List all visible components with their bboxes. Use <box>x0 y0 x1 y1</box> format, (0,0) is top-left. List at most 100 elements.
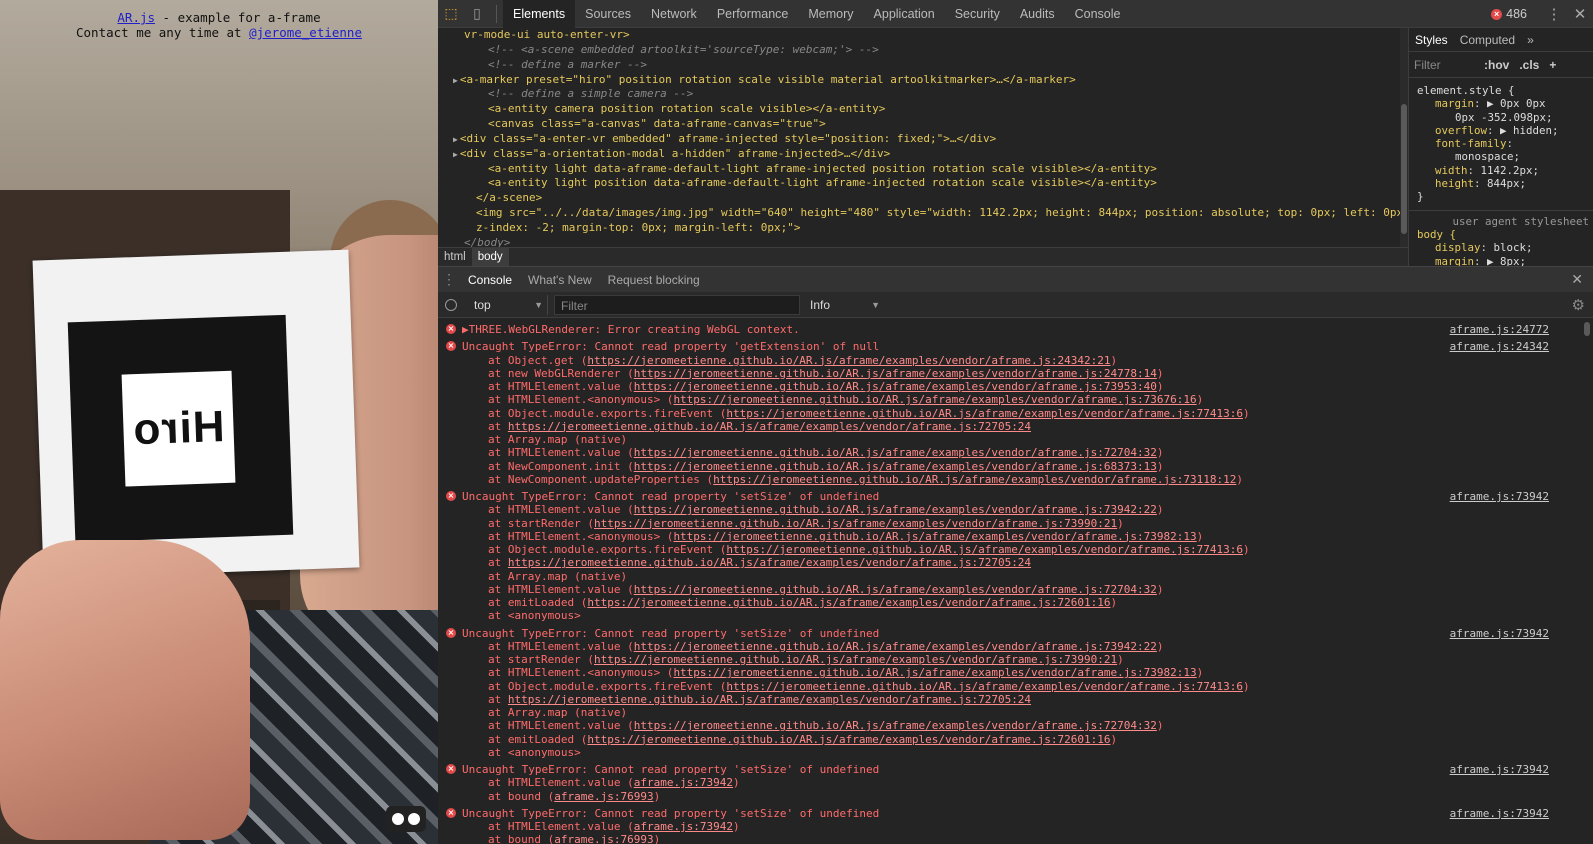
console-settings-gear-icon[interactable]: ⚙ <box>1572 296 1585 314</box>
expand-triangle-icon[interactable]: ▶ <box>453 150 458 159</box>
dom-node[interactable]: ▶ <a-marker preset="hiro" position rotati… <box>438 73 1408 88</box>
tab-network[interactable]: Network <box>641 0 707 28</box>
stack-frame-link[interactable]: https://jeromeetienne.github.io/AR.js/af… <box>634 640 1157 653</box>
console-error-message[interactable]: × Uncaught TypeError: Cannot read propert… <box>438 340 1593 486</box>
stack-frame-link[interactable]: https://jeromeetienne.github.io/AR.js/af… <box>587 354 1110 367</box>
stack-frame-link[interactable]: https://jeromeetienne.github.io/AR.js/af… <box>634 446 1157 459</box>
source-link[interactable]: aframe.js:73942 <box>1450 763 1549 776</box>
add-rule-icon[interactable]: + <box>1549 58 1556 72</box>
source-link[interactable]: aframe.js:73942 <box>1450 807 1549 820</box>
stack-frame-link[interactable]: https://jeromeetienne.github.io/AR.js/af… <box>594 653 1117 666</box>
style-property[interactable]: display: block; <box>1417 241 1593 254</box>
dom-node[interactable]: <!-- define a marker --> <box>438 58 1408 73</box>
style-property[interactable]: font-family: <box>1417 137 1593 150</box>
stack-frame-link[interactable]: https://jeromeetienne.github.io/AR.js/af… <box>634 367 1157 380</box>
source-link[interactable]: aframe.js:24772 <box>1450 323 1549 336</box>
style-property[interactable]: margin: ▶ 0px 0px <box>1417 97 1593 110</box>
dom-node[interactable]: <a-entity camera position rotation scale… <box>438 102 1408 117</box>
log-level-select[interactable]: Info ▼ <box>806 295 884 315</box>
dom-node[interactable]: <a-entity light data-aframe-default-ligh… <box>438 162 1408 177</box>
tab-styles[interactable]: Styles <box>1409 33 1454 47</box>
stack-frame-link[interactable]: aframe.js:76993 <box>554 833 653 844</box>
breadcrumb-body[interactable]: body <box>471 248 509 266</box>
dom-node[interactable]: ▶ <div class="a-orientation-modal a-hidde… <box>438 147 1408 162</box>
console-error-message[interactable]: × Uncaught TypeError: Cannot read propert… <box>438 763 1593 803</box>
tab-memory[interactable]: Memory <box>798 0 863 28</box>
dom-node[interactable]: ▶ <div class="a-enter-vr embedded" aframe… <box>438 132 1408 147</box>
elements-scroll-thumb[interactable] <box>1401 104 1407 234</box>
tab-security[interactable]: Security <box>945 0 1010 28</box>
stack-frame-link[interactable]: https://jeromeetienne.github.io/AR.js/af… <box>634 460 1157 473</box>
chevron-right-icon[interactable]: » <box>1521 33 1540 47</box>
more-options-icon[interactable]: ⋮ <box>1541 5 1567 23</box>
error-counter[interactable]: × 486 <box>1491 7 1527 21</box>
inspect-element-icon[interactable]: ⬚ <box>438 0 464 28</box>
dom-node[interactable]: z-index: -2; margin-top: 0px; margin-lef… <box>438 221 1408 236</box>
dom-node[interactable]: <img src="../../data/images/img.jpg" wid… <box>438 206 1408 221</box>
arjs-link[interactable]: AR.js <box>117 10 155 25</box>
source-link[interactable]: aframe.js:73942 <box>1450 627 1549 640</box>
tab-console[interactable]: Console <box>1065 0 1131 28</box>
stack-frame-link[interactable]: https://jeromeetienne.github.io/AR.js/af… <box>673 530 1196 543</box>
dom-node[interactable]: vr-mode-ui auto-enter-vr> <box>438 28 1408 43</box>
style-property[interactable]: monospace; <box>1417 150 1593 163</box>
contact-link[interactable]: @jerome_etienne <box>249 25 362 40</box>
style-property[interactable]: overflow: ▶ hidden; <box>1417 124 1593 137</box>
dom-node[interactable]: <!-- define a simple camera --> <box>438 87 1408 102</box>
dom-node[interactable]: <canvas class="a-canvas" data-aframe-can… <box>438 117 1408 132</box>
cls-button[interactable]: .cls <box>1519 58 1539 72</box>
stack-frame-link[interactable]: https://jeromeetienne.github.io/AR.js/af… <box>634 583 1157 596</box>
stack-frame-link[interactable]: https://jeromeetienne.github.io/AR.js/af… <box>508 420 1031 433</box>
console-error-message[interactable]: × Uncaught TypeError: Cannot read propert… <box>438 807 1593 844</box>
stack-frame-link[interactable]: https://jeromeetienne.github.io/AR.js/af… <box>587 733 1110 746</box>
close-drawer-icon[interactable]: ✕ <box>1571 271 1583 288</box>
console-filter-input[interactable]: Filter <box>554 294 800 315</box>
stack-frame-link[interactable]: https://jeromeetienne.github.io/AR.js/af… <box>634 380 1157 393</box>
source-link[interactable]: aframe.js:24342 <box>1450 340 1549 353</box>
stack-frame-link[interactable]: aframe.js:73942 <box>634 820 733 833</box>
console-scrollbar[interactable] <box>1583 320 1591 842</box>
close-devtools-icon[interactable]: ✕ <box>1567 5 1593 23</box>
dom-node[interactable]: </a-scene> <box>438 191 1408 206</box>
stack-frame-link[interactable]: https://jeromeetienne.github.io/AR.js/af… <box>508 693 1031 706</box>
stack-frame-link[interactable]: https://jeromeetienne.github.io/AR.js/af… <box>726 543 1243 556</box>
tab-sources[interactable]: Sources <box>575 0 641 28</box>
elements-tree[interactable]: vr-mode-ui auto-enter-vr> <!-- <a-scene e… <box>438 28 1408 247</box>
breadcrumb-html[interactable]: html <box>438 248 472 266</box>
stack-frame-link[interactable]: aframe.js:76993 <box>554 790 653 803</box>
dom-node[interactable]: <a-entity light position data-aframe-def… <box>438 176 1408 191</box>
console-error-message[interactable]: × Uncaught TypeError: Cannot read propert… <box>438 627 1593 760</box>
context-select[interactable]: top ▼ <box>470 294 548 315</box>
dom-node[interactable]: <!-- <a-scene embedded artoolkit='source… <box>438 43 1408 58</box>
stack-frame-link[interactable]: https://jeromeetienne.github.io/AR.js/af… <box>726 680 1243 693</box>
stack-frame-link[interactable]: https://jeromeetienne.github.io/AR.js/af… <box>673 393 1196 406</box>
tab-performance[interactable]: Performance <box>707 0 799 28</box>
hov-button[interactable]: :hov <box>1484 58 1509 72</box>
stack-frame-link[interactable]: aframe.js:73942 <box>634 776 733 789</box>
style-property[interactable]: height: 844px; <box>1417 177 1593 190</box>
style-property[interactable]: 0px -352.098px; <box>1417 111 1593 124</box>
tab-audits[interactable]: Audits <box>1010 0 1065 28</box>
tab-whats-new[interactable]: What's New <box>520 273 600 287</box>
console-scroll-thumb[interactable] <box>1584 322 1590 336</box>
style-property[interactable]: margin: ▶ 8px; <box>1417 255 1593 266</box>
stack-frame-link[interactable]: https://jeromeetienne.github.io/AR.js/af… <box>713 473 1236 486</box>
styles-filter-input[interactable]: Filter <box>1414 58 1474 72</box>
clear-console-icon[interactable] <box>438 292 464 318</box>
expand-triangle-icon[interactable]: ▶ <box>453 135 458 144</box>
stack-frame-link[interactable]: https://jeromeetienne.github.io/AR.js/af… <box>634 503 1157 516</box>
elements-scrollbar[interactable] <box>1400 28 1408 247</box>
stack-frame-link[interactable]: https://jeromeetienne.github.io/AR.js/af… <box>587 596 1110 609</box>
console-error-message[interactable]: × Uncaught TypeError: Cannot read propert… <box>438 490 1593 623</box>
drawer-menu-icon[interactable]: ⋮ <box>438 271 460 288</box>
enter-vr-button[interactable] <box>386 806 426 832</box>
stack-frame-link[interactable]: https://jeromeetienne.github.io/AR.js/af… <box>726 407 1243 420</box>
tab-request-blocking[interactable]: Request blocking <box>600 273 708 287</box>
stack-frame-link[interactable]: https://jeromeetienne.github.io/AR.js/af… <box>673 666 1196 679</box>
tab-computed[interactable]: Computed <box>1454 33 1521 47</box>
tab-console[interactable]: Console <box>460 273 520 287</box>
console-error-message[interactable]: × ▶THREE.WebGLRenderer: Error creating We… <box>438 323 1593 336</box>
tab-elements[interactable]: Elements <box>503 0 576 28</box>
source-link[interactable]: aframe.js:73942 <box>1450 490 1549 503</box>
stack-frame-link[interactable]: https://jeromeetienne.github.io/AR.js/af… <box>634 719 1157 732</box>
